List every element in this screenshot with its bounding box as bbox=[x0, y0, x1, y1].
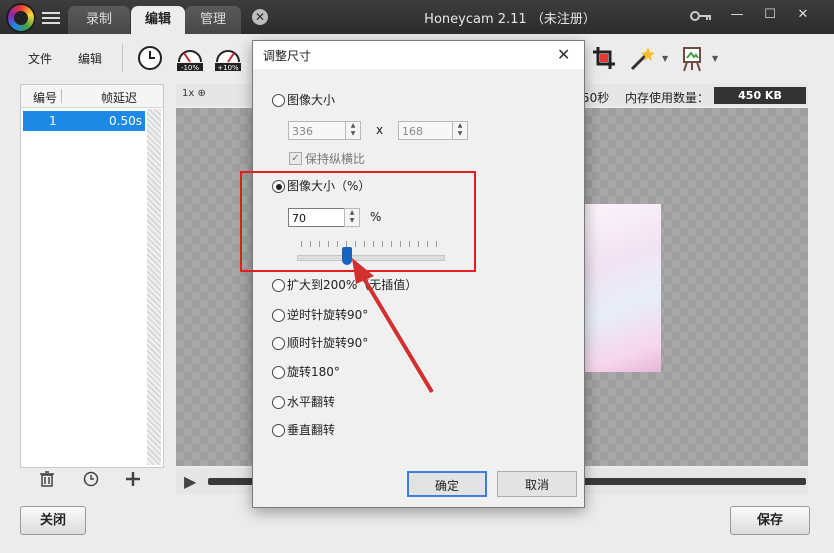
fast-badge: +10% bbox=[217, 64, 239, 72]
cancel-button[interactable]: 取消 bbox=[497, 471, 577, 497]
tab-edit[interactable]: 编辑 bbox=[131, 6, 185, 34]
slow-badge: -10% bbox=[181, 64, 199, 72]
radio-rotate-180[interactable] bbox=[272, 366, 285, 379]
file-menu-button[interactable]: 文件 bbox=[28, 50, 52, 67]
maximize-button[interactable]: ☐ bbox=[757, 4, 783, 26]
window-close-button[interactable]: ✕ bbox=[790, 4, 816, 26]
close-button[interactable]: 关闭 bbox=[20, 506, 86, 535]
dialog-close-icon[interactable]: ✕ bbox=[557, 45, 570, 64]
option-vflip-label: 垂直翻转 bbox=[287, 423, 336, 437]
easel-dropdown-icon[interactable]: ▼ bbox=[712, 54, 718, 63]
radio-flip-vertical[interactable] bbox=[272, 424, 285, 437]
speed-up-icon[interactable]: +10% bbox=[214, 44, 242, 72]
keep-ratio-label: 保持纵横比 bbox=[305, 152, 366, 166]
width-stepper[interactable]: ▲ ▼ bbox=[345, 121, 361, 140]
radio-enlarge[interactable] bbox=[272, 279, 285, 292]
column-divider bbox=[61, 89, 62, 103]
easel-icon[interactable] bbox=[678, 44, 706, 72]
height-stepper[interactable]: ▲ ▼ bbox=[452, 121, 468, 140]
wand-dropdown-icon[interactable]: ▼ bbox=[662, 54, 668, 63]
close-tab-icon[interactable]: ✕ bbox=[252, 9, 268, 25]
toolbar-divider bbox=[122, 44, 123, 72]
frame-list-header: 编号 帧延迟 bbox=[21, 85, 163, 108]
frame-row[interactable]: 1 0.50s bbox=[23, 111, 145, 131]
frame-delay-clock-icon[interactable] bbox=[82, 471, 100, 489]
option-image-size-label: 图像大小 bbox=[287, 93, 336, 107]
frame-list-panel: 编号 帧延迟 1 0.50s bbox=[20, 84, 164, 468]
column-header-delay[interactable]: 帧延迟 bbox=[101, 89, 137, 106]
keep-ratio-checkbox[interactable]: ✓ bbox=[289, 152, 302, 165]
width-field[interactable]: 336 bbox=[288, 121, 346, 140]
window-title: Honeycam 2.11 （未注册） bbox=[424, 12, 596, 27]
radio-image-size[interactable] bbox=[272, 94, 285, 107]
minimize-button[interactable]: — bbox=[724, 4, 750, 26]
tab-manage[interactable]: 管理 bbox=[185, 6, 241, 34]
magic-wand-icon[interactable] bbox=[628, 44, 656, 72]
frame-number: 1 bbox=[49, 114, 57, 128]
hamburger-menu-icon[interactable] bbox=[42, 9, 60, 25]
height-field[interactable]: 168 bbox=[398, 121, 456, 140]
radio-flip-horizontal[interactable] bbox=[272, 396, 285, 409]
add-frame-icon[interactable] bbox=[124, 468, 142, 486]
radio-rotate-ccw[interactable] bbox=[272, 309, 285, 322]
save-button[interactable]: 保存 bbox=[730, 506, 810, 535]
delete-frame-icon[interactable] bbox=[38, 471, 56, 489]
frame-preview-image bbox=[580, 204, 661, 372]
duration-label: 50秒 bbox=[582, 91, 610, 105]
frame-delay: 0.50s bbox=[109, 114, 142, 128]
zoom-button[interactable]: 1x ⊕ bbox=[182, 88, 206, 99]
dialog-title: 调整尺寸 bbox=[263, 49, 312, 63]
memory-label: 内存使用数量： bbox=[625, 91, 710, 105]
column-header-number[interactable]: 编号 bbox=[33, 89, 57, 106]
slow-down-icon[interactable]: -10% bbox=[176, 44, 204, 72]
edit-menu-button[interactable]: 编辑 bbox=[78, 50, 102, 67]
zoom-in-icon: ⊕ bbox=[197, 88, 206, 99]
crop-icon[interactable] bbox=[590, 44, 618, 72]
speed-icon[interactable] bbox=[136, 44, 164, 72]
times-sign: x bbox=[376, 123, 384, 137]
radio-rotate-cw[interactable] bbox=[272, 337, 285, 350]
tab-record[interactable]: 录制 bbox=[68, 6, 130, 34]
play-icon[interactable]: ▶ bbox=[184, 472, 196, 491]
zoom-label: 1x bbox=[182, 88, 195, 99]
app-logo-icon[interactable] bbox=[6, 3, 36, 33]
option-hflip-label: 水平翻转 bbox=[287, 395, 336, 409]
ok-button[interactable]: 确定 bbox=[407, 471, 487, 497]
key-icon[interactable] bbox=[690, 10, 712, 24]
frame-list-scrollbar[interactable] bbox=[147, 109, 161, 465]
memory-value: 450 KB bbox=[714, 87, 806, 104]
frame-actions-bar bbox=[20, 467, 162, 493]
red-arrow-icon bbox=[330, 250, 450, 400]
dialog-title-bar: 调整尺寸 ✕ bbox=[253, 41, 584, 69]
